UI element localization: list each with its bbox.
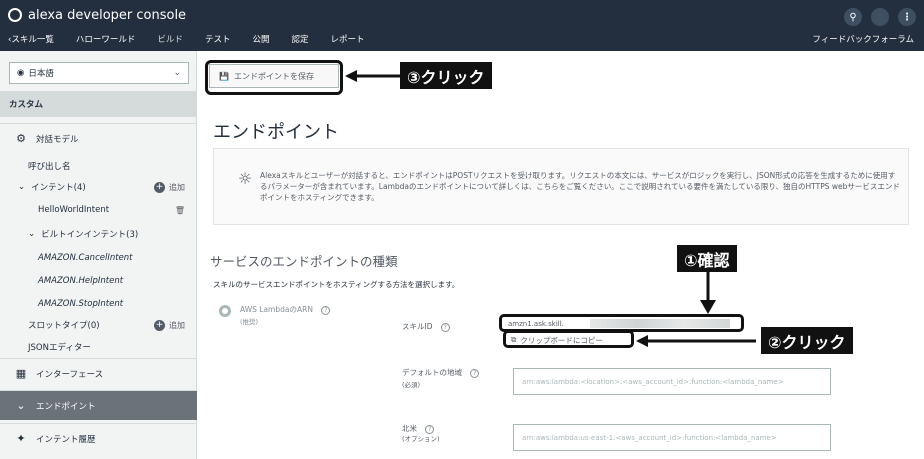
back-to-skills-link[interactable]: ‹スキル一覧	[8, 33, 54, 45]
sidebar-item-label: AMAZON.HelpIntent	[38, 276, 124, 286]
tab-reports[interactable]: レポート	[330, 33, 364, 45]
sidebar-item-cancel-intent[interactable]: AMAZON.CancelIntent	[0, 246, 197, 270]
arrow-left-icon	[345, 70, 400, 82]
sidebar-item-hello-intent[interactable]: HelloWorldIntent 🗑	[0, 198, 197, 222]
sidebar-item-json-editor[interactable]: JSONエディター	[0, 335, 197, 359]
sidebar-item-label: ビルトインインテント(3)	[41, 230, 139, 240]
section-title: サービスのエンドポイントの種類	[210, 254, 398, 269]
language-value: 日本語	[28, 69, 54, 79]
sidebar: ◉ 日本語 ⌄ カスタム ⚙ 対話モデル 呼び出し名 ⌄ インテント(4) + …	[0, 51, 197, 459]
arrow-down-icon	[700, 272, 716, 314]
app-title: alexa developer console	[28, 7, 187, 23]
globe-icon: ◉	[17, 68, 25, 78]
sidebar-item-slot-types[interactable]: スロットタイプ(0) + 追加	[0, 313, 197, 337]
annotation-step3: ③クリック	[400, 62, 492, 89]
sidebar-item-help-intent[interactable]: AMAZON.HelpIntent	[0, 269, 197, 293]
skill-id-label-text: スキルID	[402, 322, 433, 331]
sidebar-section-header: カスタム	[0, 91, 197, 117]
chevron-down-icon: ⌄	[18, 182, 26, 192]
gear-icon: ⚙	[16, 132, 26, 145]
interfaces-icon: ▦	[15, 367, 27, 380]
sidebar-item-interfaces[interactable]: ▦ インターフェース	[0, 358, 197, 388]
chevron-down-icon: ⌄	[28, 229, 36, 239]
chevron-down-icon: ⌄	[173, 68, 181, 78]
sidebar-item-label: HelloWorldIntent	[38, 205, 110, 215]
help-icon[interactable]: ?	[321, 305, 331, 315]
arrow-left-icon	[636, 335, 756, 347]
radio-sublabel: (推奨)	[240, 318, 259, 326]
more-menu-icon[interactable]: ⋮	[898, 8, 916, 26]
annotation-step1: ①確認	[677, 245, 737, 272]
highlight-frame-save	[205, 60, 343, 95]
sidebar-item-label: 対話モデル	[36, 134, 79, 145]
feedback-forum-link[interactable]: フィードバックフォーラム	[812, 33, 914, 45]
sidebar-item-label: AMAZON.StopIntent	[38, 299, 124, 309]
default-region-input[interactable]: arn:aws:lambda:<location>:<aws_account_i…	[513, 368, 831, 395]
skill-id-label: スキルID ?	[402, 321, 450, 332]
add-label: 追加	[169, 182, 185, 192]
sidebar-item-label: インターフェース	[36, 369, 104, 380]
avatar[interactable]	[871, 8, 889, 26]
annotation-step2: ②クリック	[761, 327, 853, 354]
search-icon[interactable]: ⚲	[844, 8, 862, 26]
add-label: 追加	[169, 320, 185, 330]
sidebar-item-label: エンドポイント	[36, 401, 96, 412]
section-description: スキルのサービスエンドポイントをホスティングする方法を選択します。	[213, 280, 460, 289]
plus-icon: +	[154, 319, 165, 331]
info-text: Alexaスキルとユーザーが対話すると、エンドポイントはPOSTリクエストを受け…	[260, 171, 900, 202]
add-slot-type-button[interactable]: + 追加	[154, 319, 185, 331]
tab-build[interactable]: ビルド	[157, 33, 183, 45]
tab-certification[interactable]: 認定	[291, 33, 308, 45]
sidebar-item-label: スロットタイプ(0)	[28, 321, 100, 331]
plug-icon: ⌄	[16, 399, 26, 412]
sidebar-item-label: AMAZON.CancelIntent	[38, 253, 133, 263]
language-select[interactable]: ◉ 日本語 ⌄	[9, 62, 189, 84]
brand[interactable]: alexa developer console	[8, 4, 186, 26]
sidebar-item-interaction-model[interactable]: ⚙ 対話モデル	[0, 123, 197, 153]
lightbulb-icon: ☼	[237, 168, 253, 188]
sidebar-item-intent-history[interactable]: ✦ インテント履歴	[0, 423, 197, 453]
sidebar-item-label: JSONエディター	[28, 343, 91, 353]
north-america-sublabel: (オプション)	[402, 435, 440, 443]
radio-label: AWS LambdaのARN ?	[240, 304, 331, 315]
default-region-label: デフォルトの地域 ?	[402, 367, 480, 378]
sidebar-item-endpoint[interactable]: ⌄ エンドポイント	[0, 390, 197, 420]
tab-distribution[interactable]: 公開	[252, 33, 269, 45]
help-icon[interactable]: ?	[470, 368, 480, 378]
highlight-frame-copy	[503, 330, 634, 348]
delete-icon[interactable]: 🗑	[175, 206, 185, 215]
nav-skill-name[interactable]: ハローワールド	[76, 33, 136, 45]
sidebar-item-label: 呼び出し名	[28, 162, 71, 172]
alexa-logo-icon	[8, 8, 22, 22]
sidebar-item-intents[interactable]: ⌄ インテント(4) + 追加	[0, 175, 197, 199]
page-title: エンドポイント	[213, 122, 339, 143]
add-intent-button[interactable]: + 追加	[154, 181, 185, 193]
sidebar-item-builtin-intents[interactable]: ⌄ ビルトインインテント(3)	[0, 222, 197, 246]
north-america-input[interactable]: arn:aws:lambda:us-east-1:<aws_account_id…	[513, 424, 831, 451]
main-nav: ‹スキル一覧 ハローワールド ビルド テスト 公開 認定 レポート	[8, 30, 365, 48]
history-icon: ✦	[16, 432, 26, 445]
radio-label-text: AWS LambdaのARN	[240, 305, 313, 314]
sidebar-item-label: インテント履歴	[36, 434, 96, 445]
info-box: ☼ Alexaスキルとユーザーが対話すると、エンドポイントはPOSTリクエストを…	[213, 148, 909, 225]
default-region-label-text: デフォルトの地域	[402, 368, 462, 377]
default-region-sublabel: (必須)	[402, 381, 421, 389]
plus-icon: +	[154, 181, 165, 193]
tab-test[interactable]: テスト	[205, 33, 231, 45]
help-icon[interactable]: ?	[440, 322, 450, 332]
north-america-label-text: 北米	[402, 424, 417, 433]
sidebar-item-label: インテント(4)	[31, 183, 86, 193]
lambda-arn-radio[interactable]	[219, 305, 231, 317]
